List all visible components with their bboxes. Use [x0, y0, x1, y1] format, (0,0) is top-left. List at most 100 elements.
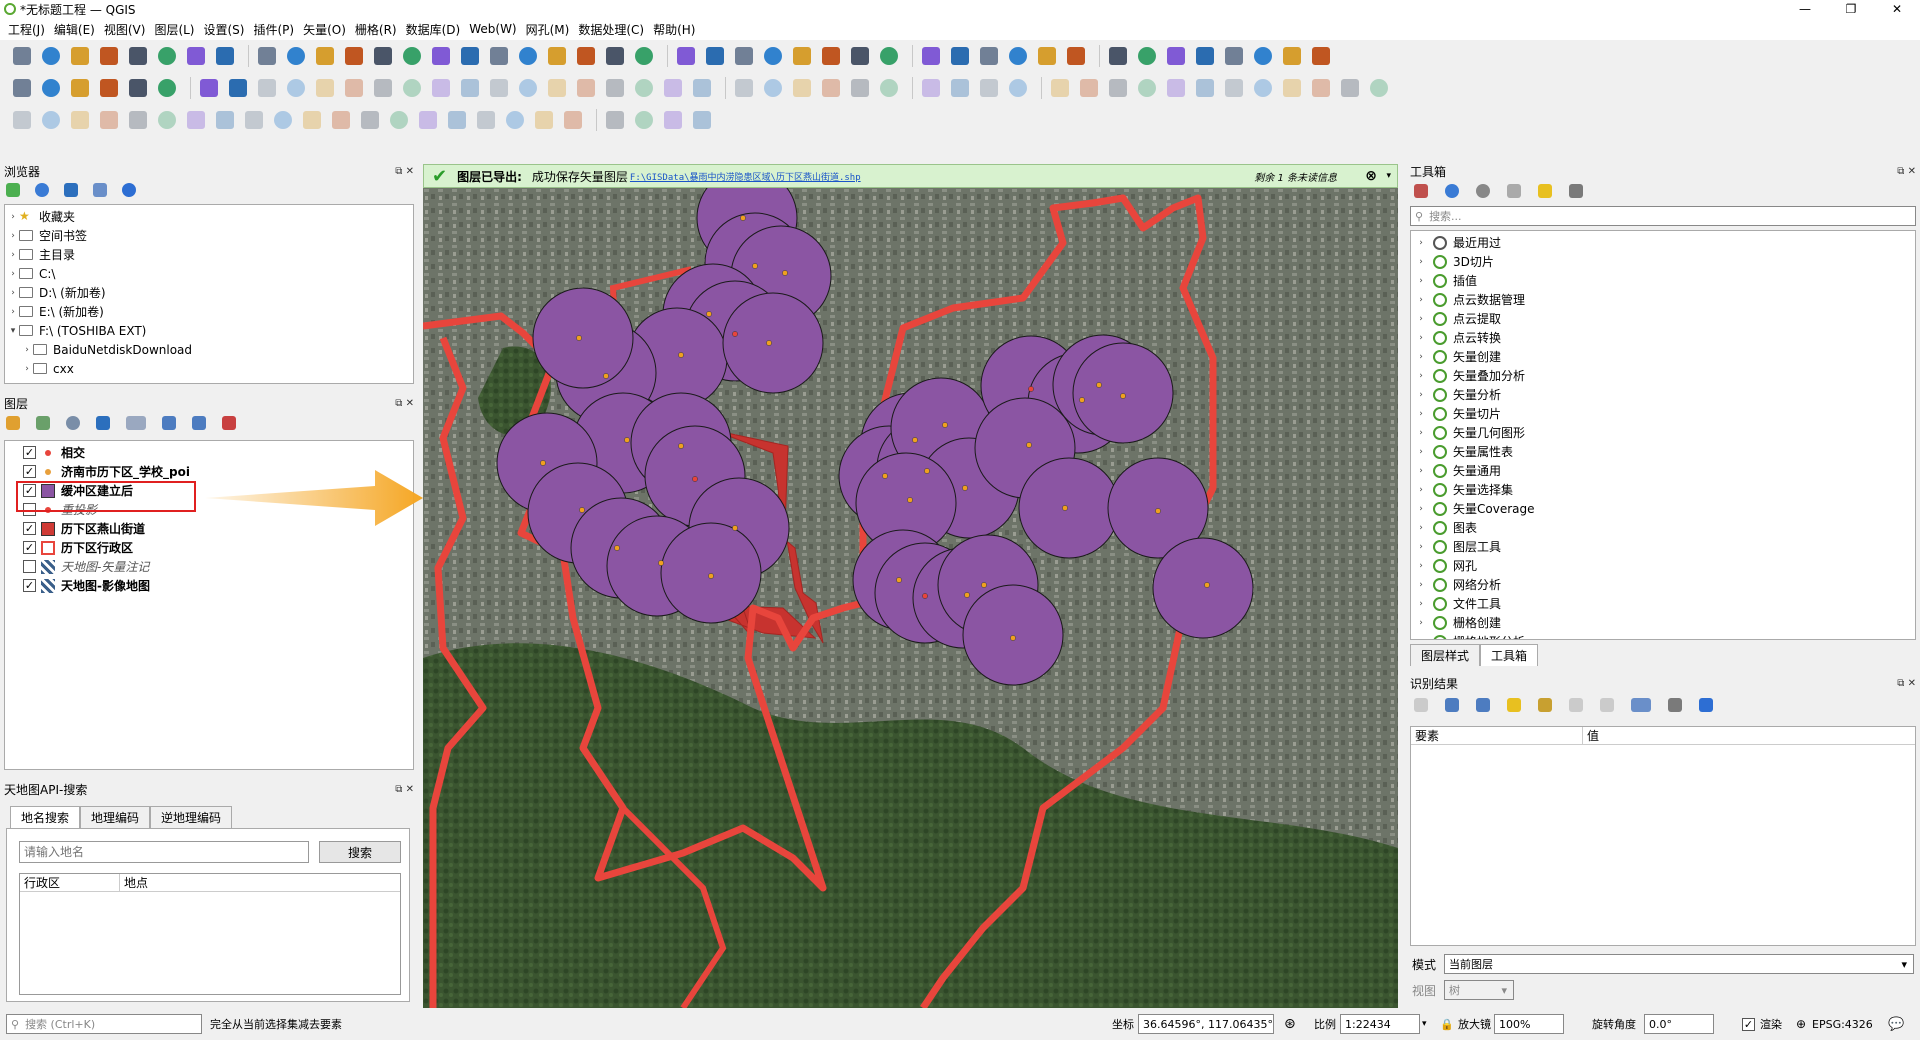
tb1-tool-37-icon[interactable] — [1135, 44, 1159, 68]
tb2-tool-38-icon[interactable] — [1164, 76, 1188, 100]
layer-visibility-checkbox[interactable]: ✓ — [23, 465, 36, 478]
chevron-right-icon[interactable]: › — [1415, 295, 1427, 305]
tb3-tool-19-icon[interactable] — [561, 108, 585, 132]
coord-toggle-icon[interactable]: ⊛ — [1284, 1016, 1296, 1032]
message-remaining[interactable]: 剩余 1 条未读信息 — [1254, 169, 1337, 184]
tb1-tool-23-icon[interactable] — [703, 44, 727, 68]
close-button[interactable]: ✕ — [1874, 0, 1920, 18]
expand-all-icon[interactable] — [162, 416, 178, 432]
magnifier-field[interactable]: 100% — [1494, 1014, 1564, 1034]
render-checkbox[interactable]: ✓ — [1742, 1017, 1755, 1031]
menu-item-5[interactable]: 插件(P) — [253, 21, 294, 38]
chevron-right-icon[interactable]: › — [1415, 333, 1427, 343]
tb1-tool-41-icon[interactable] — [1251, 44, 1275, 68]
tb1-tool-3-icon[interactable] — [97, 44, 121, 68]
search-tab-1[interactable]: 地理编码 — [80, 806, 151, 828]
tb2-tool-0-icon[interactable] — [10, 76, 34, 100]
scale-field[interactable]: 1:22434 — [1340, 1014, 1420, 1034]
tb2-tool-29-icon[interactable] — [877, 76, 901, 100]
tb2-tool-45-icon[interactable] — [1367, 76, 1391, 100]
toolbox-group[interactable]: › 点云转换 — [1411, 328, 1915, 347]
tb1-tool-40-icon[interactable] — [1222, 44, 1246, 68]
chevron-right-icon[interactable]: › — [21, 364, 33, 374]
chevron-right-icon[interactable]: › — [1415, 485, 1427, 495]
toolbox-tab-1[interactable]: 工具箱 — [1480, 644, 1539, 666]
menu-item-9[interactable]: Web(W) — [469, 22, 516, 36]
toolbox-group[interactable]: › 点云数据管理 — [1411, 290, 1915, 309]
panel-float-close-icon[interactable]: ⧉ ✕ — [1897, 166, 1916, 177]
tb3-tool-23-icon[interactable] — [690, 108, 714, 132]
tb3-tool-2-icon[interactable] — [68, 108, 92, 132]
add-layer-icon[interactable] — [6, 183, 22, 199]
menu-item-12[interactable]: 帮助(H) — [653, 21, 695, 38]
menu-item-7[interactable]: 栅格(R) — [355, 21, 397, 38]
chevron-right-icon[interactable]: › — [7, 212, 19, 222]
toolbox-group[interactable]: › 矢量分析 — [1411, 385, 1915, 404]
tb3-tool-9-icon[interactable] — [271, 108, 295, 132]
toolbox-group[interactable]: › 矢量选择集 — [1411, 480, 1915, 499]
collapse-icon[interactable] — [1476, 698, 1492, 714]
tb2-tool-31-icon[interactable] — [948, 76, 972, 100]
panel-float-close-icon[interactable]: ⧉ ✕ — [395, 166, 414, 177]
settings-icon[interactable] — [1668, 698, 1684, 714]
menu-item-1[interactable]: 编辑(E) — [54, 21, 95, 38]
tb2-tool-42-icon[interactable] — [1280, 76, 1304, 100]
menu-item-8[interactable]: 数据库(D) — [406, 21, 461, 38]
tb2-tool-1-icon[interactable] — [39, 76, 63, 100]
tb2-tool-32-icon[interactable] — [977, 76, 1001, 100]
menu-item-2[interactable]: 视图(V) — [104, 21, 146, 38]
layer-item[interactable]: ✓ 历下区行政区 — [5, 538, 413, 557]
toolbox-group[interactable]: › 网孔 — [1411, 556, 1915, 575]
tb2-tool-28-icon[interactable] — [848, 76, 872, 100]
tb1-tool-30-icon[interactable] — [919, 44, 943, 68]
tb2-tool-2-icon[interactable] — [68, 76, 92, 100]
chevron-right-icon[interactable]: › — [1415, 352, 1427, 362]
tb1-tool-28-icon[interactable] — [848, 44, 872, 68]
tb2-tool-7-icon[interactable] — [226, 76, 250, 100]
toolbox-group[interactable]: › 图表 — [1411, 518, 1915, 537]
tb2-tool-20-icon[interactable] — [603, 76, 627, 100]
tb1-tool-11-icon[interactable] — [342, 44, 366, 68]
chevron-right-icon[interactable]: › — [1415, 542, 1427, 552]
menu-item-3[interactable]: 图层(L) — [154, 21, 194, 38]
view-select[interactable]: 树 ▾ — [1444, 980, 1515, 1000]
tb1-tool-14-icon[interactable] — [429, 44, 453, 68]
tb2-tool-4-icon[interactable] — [126, 76, 150, 100]
rotation-field[interactable]: 0.0° — [1644, 1014, 1714, 1034]
chevron-right-icon[interactable]: › — [1415, 580, 1427, 590]
toolbox-group[interactable]: › 矢量叠加分析 — [1411, 366, 1915, 385]
tb3-tool-8-icon[interactable] — [242, 108, 266, 132]
tb3-tool-1-icon[interactable] — [39, 108, 63, 132]
tb2-tool-43-icon[interactable] — [1309, 76, 1333, 100]
chevron-down-icon[interactable]: ▾ — [1422, 1019, 1427, 1029]
tb3-tool-7-icon[interactable] — [213, 108, 237, 132]
chevron-right-icon[interactable]: › — [1415, 428, 1427, 438]
tb1-tool-21-icon[interactable] — [632, 44, 656, 68]
tb3-tool-13-icon[interactable] — [387, 108, 411, 132]
tb2-tool-26-icon[interactable] — [790, 76, 814, 100]
search-button[interactable]: 搜索 — [319, 841, 401, 863]
collapse-all-icon[interactable] — [192, 416, 208, 432]
browser-tree[interactable]: › ★ 收藏夹 › 空间书签 › 主目录 › C:\ › D:\ (新加卷) › E:\ (新加卷) ▾ F… — [4, 204, 414, 384]
chevron-right-icon[interactable]: › — [21, 345, 33, 355]
message-link[interactable]: F:\GISData\暴雨中内涝隐患区域\历下区燕山街道.shp — [630, 170, 861, 183]
tb1-tool-29-icon[interactable] — [877, 44, 901, 68]
results-viewer-icon[interactable] — [1507, 184, 1523, 200]
chevron-right-icon[interactable]: › — [1415, 409, 1427, 419]
expand-new-icon[interactable] — [1507, 698, 1523, 714]
filter-legend-icon[interactable] — [96, 416, 112, 432]
lock-icon[interactable]: 🔒 — [1440, 1018, 1454, 1031]
tb1-tool-20-icon[interactable] — [603, 44, 627, 68]
browser-item[interactable]: › 主目录 — [5, 245, 413, 264]
tb2-tool-36-icon[interactable] — [1106, 76, 1130, 100]
layer-visibility-checkbox[interactable]: ✓ — [23, 579, 36, 592]
browser-item[interactable]: › D:\ (新加卷) — [5, 283, 413, 302]
tb2-tool-41-icon[interactable] — [1251, 76, 1275, 100]
tb2-tool-21-icon[interactable] — [632, 76, 656, 100]
menu-item-11[interactable]: 数据处理(C) — [578, 21, 644, 38]
browser-item[interactable]: ▾ F:\ (TOSHIBA EXT) — [5, 321, 413, 340]
tb2-tool-19-icon[interactable] — [574, 76, 598, 100]
edit-features-in-place-icon[interactable] — [1538, 184, 1554, 200]
tb3-tool-20-icon[interactable] — [603, 108, 627, 132]
tb1-tool-25-icon[interactable] — [761, 44, 785, 68]
